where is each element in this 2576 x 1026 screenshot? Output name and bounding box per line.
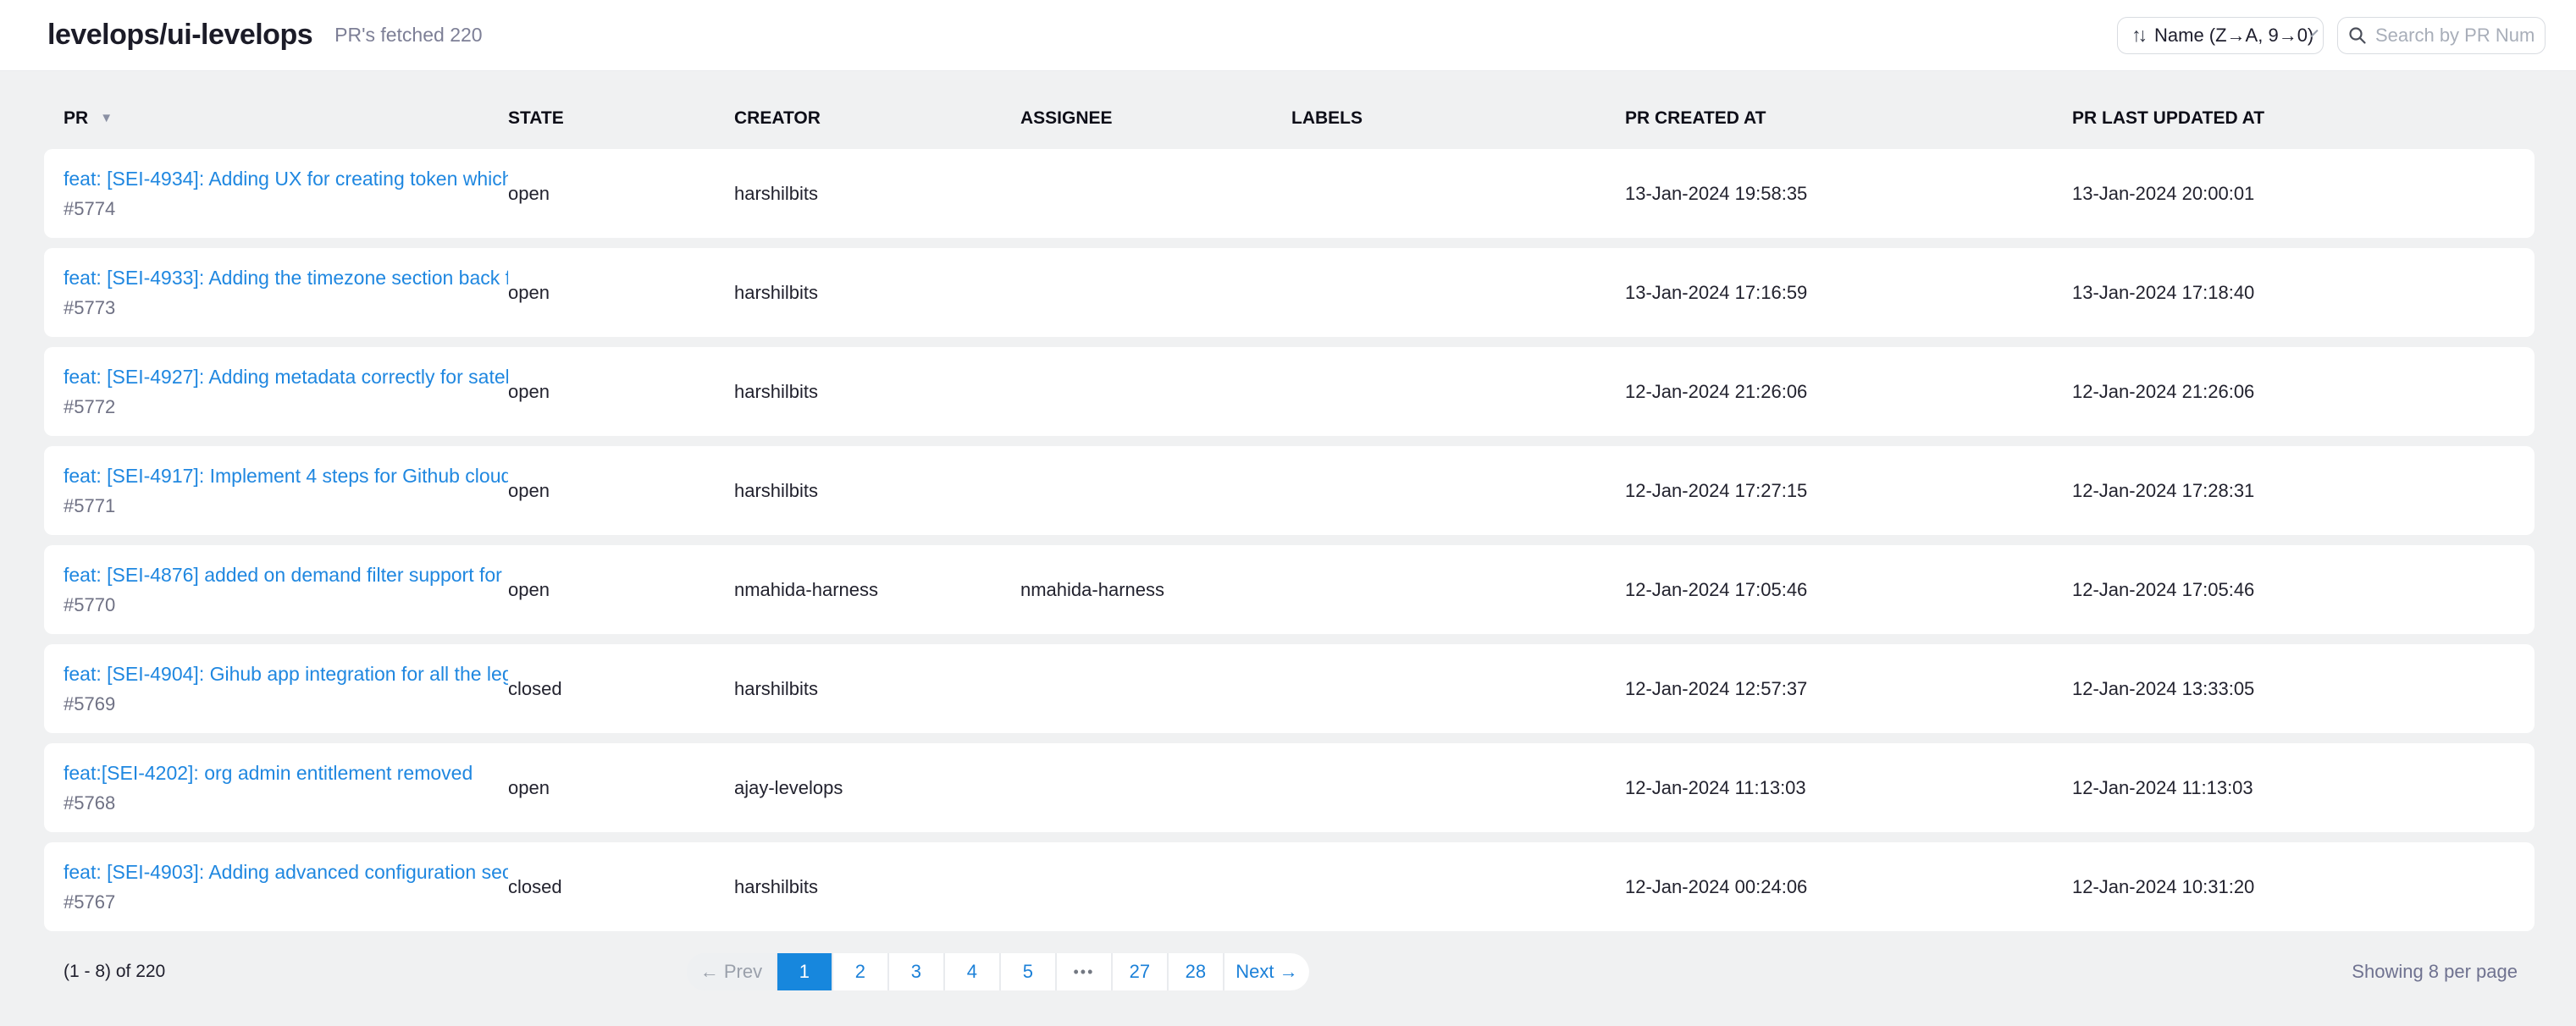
state-cell: open [508, 480, 734, 502]
pagination-ellipsis: ••• [1057, 953, 1111, 990]
creator-cell: ajay-levelops [734, 777, 1020, 799]
column-header-pr[interactable]: PR▼ [64, 108, 508, 129]
sort-dropdown-label: Name (Z→A, 9→0) [2154, 25, 2313, 47]
table-row: feat: [SEI-4904]: Gihub app integration … [44, 644, 2535, 733]
search-input[interactable] [2375, 25, 2535, 47]
pr-number: #5768 [64, 792, 508, 814]
pr-title-link[interactable]: feat: [SEI-4933]: Adding the timezone se… [64, 267, 508, 290]
updated-at-cell: 12-Jan-2024 17:05:46 [2072, 579, 2518, 601]
table-header-row: PR▼ STATE CREATOR ASSIGNEE LABELS PR CRE… [44, 102, 2535, 135]
creator-cell: harshilbits [734, 282, 1020, 304]
pagination-page-27[interactable]: 27 [1113, 953, 1167, 990]
assignee-cell: nmahida-harness [1020, 579, 1291, 601]
pagination-page-3[interactable]: 3 [889, 953, 943, 990]
column-header-updated: PR LAST UPDATED AT [2072, 108, 2518, 129]
column-header-created: PR CREATED AT [1625, 108, 2072, 129]
pr-number: #5770 [64, 594, 508, 616]
updated-at-cell: 12-Jan-2024 13:33:05 [2072, 678, 2518, 700]
state-cell: open [508, 381, 734, 403]
table-row: feat: [SEI-4934]: Adding UX for creating… [44, 149, 2535, 238]
pr-title-link[interactable]: feat: [SEI-4917]: Implement 4 steps for … [64, 465, 508, 488]
sort-updown-icon: ↑↓ [2131, 24, 2144, 47]
created-at-cell: 13-Jan-2024 19:58:35 [1625, 183, 2072, 205]
table-body: feat: [SEI-4934]: Adding UX for creating… [44, 149, 2535, 931]
creator-cell: harshilbits [734, 480, 1020, 502]
sort-dropdown[interactable]: ↑↓ Name (Z→A, 9→0) [2117, 17, 2324, 54]
pr-title-link[interactable]: feat: [SEI-4903]: Adding advanced config… [64, 861, 508, 884]
pagination-page-2[interactable]: 2 [833, 953, 887, 990]
column-header-assignee: ASSIGNEE [1020, 108, 1291, 129]
created-at-cell: 12-Jan-2024 17:27:15 [1625, 480, 2072, 502]
state-cell: open [508, 282, 734, 304]
creator-cell: harshilbits [734, 876, 1020, 898]
table-area: PR▼ STATE CREATOR ASSIGNEE LABELS PR CRE… [0, 102, 2576, 931]
pr-title-link[interactable]: feat:[SEI-4202]: org admin entitlement r… [64, 762, 508, 785]
pr-list-page: levelops/ui-levelops PR's fetched 220 ↑↓… [0, 0, 2576, 1026]
pr-number: #5772 [64, 396, 508, 418]
pagination-page-5[interactable]: 5 [1001, 953, 1055, 990]
column-header-creator: CREATOR [734, 108, 1020, 129]
pr-number: #5771 [64, 495, 508, 517]
pagination-page-28[interactable]: 28 [1169, 953, 1223, 990]
creator-cell: harshilbits [734, 381, 1020, 403]
pagination: ← Prev 1 2 3 4 5 ••• 27 28 Next → [687, 953, 1309, 990]
updated-at-cell: 13-Jan-2024 17:18:40 [2072, 282, 2518, 304]
updated-at-cell: 12-Jan-2024 21:26:06 [2072, 381, 2518, 403]
table-row: feat: [SEI-4876] added on demand filter … [44, 545, 2535, 634]
table-row: feat: [SEI-4903]: Adding advanced config… [44, 842, 2535, 931]
created-at-cell: 12-Jan-2024 12:57:37 [1625, 678, 2072, 700]
pr-title-link[interactable]: feat: [SEI-4904]: Gihub app integration … [64, 663, 508, 686]
creator-cell: harshilbits [734, 183, 1020, 205]
top-bar: levelops/ui-levelops PR's fetched 220 ↑↓… [0, 0, 2576, 71]
pr-number: #5773 [64, 297, 508, 319]
search-box [2337, 17, 2546, 54]
toolbar: ↑↓ Name (Z→A, 9→0) [2117, 17, 2546, 54]
updated-at-cell: 13-Jan-2024 20:00:01 [2072, 183, 2518, 205]
search-icon [2348, 26, 2367, 45]
table-row: feat: [SEI-4917]: Implement 4 steps for … [44, 446, 2535, 535]
state-cell: closed [508, 678, 734, 700]
creator-cell: harshilbits [734, 678, 1020, 700]
updated-at-cell: 12-Jan-2024 10:31:20 [2072, 876, 2518, 898]
table-row: feat: [SEI-4927]: Adding metadata correc… [44, 347, 2535, 436]
pagination-prev-button[interactable]: ← Prev [687, 953, 776, 990]
state-cell: open [508, 579, 734, 601]
column-header-state: STATE [508, 108, 734, 129]
pr-title-link[interactable]: feat: [SEI-4876] added on demand filter … [64, 564, 508, 587]
pagination-page-4[interactable]: 4 [945, 953, 999, 990]
state-cell: open [508, 183, 734, 205]
fetched-count-text: PR's fetched 220 [334, 24, 482, 47]
page-title: levelops/ui-levelops [47, 19, 312, 52]
state-cell: open [508, 777, 734, 799]
pr-number: #5769 [64, 693, 508, 715]
created-at-cell: 12-Jan-2024 21:26:06 [1625, 381, 2072, 403]
created-at-cell: 12-Jan-2024 00:24:06 [1625, 876, 2072, 898]
table-footer: (1 - 8) of 220 ← Prev 1 2 3 4 5 ••• 27 2… [0, 953, 2576, 990]
column-header-labels: LABELS [1291, 108, 1625, 129]
creator-cell: nmahida-harness [734, 579, 1020, 601]
created-at-cell: 13-Jan-2024 17:16:59 [1625, 282, 2072, 304]
pr-number: #5767 [64, 891, 508, 913]
pr-title-link[interactable]: feat: [SEI-4934]: Adding UX for creating… [64, 168, 508, 190]
table-row: feat: [SEI-4933]: Adding the timezone se… [44, 248, 2535, 337]
results-range-text: (1 - 8) of 220 [64, 962, 165, 982]
sort-desc-icon: ▼ [100, 111, 113, 125]
pr-number: #5774 [64, 198, 508, 220]
updated-at-cell: 12-Jan-2024 17:28:31 [2072, 480, 2518, 502]
created-at-cell: 12-Jan-2024 11:13:03 [1625, 777, 2072, 799]
created-at-cell: 12-Jan-2024 17:05:46 [1625, 579, 2072, 601]
table-row: feat:[SEI-4202]: org admin entitlement r… [44, 743, 2535, 832]
pr-title-link[interactable]: feat: [SEI-4927]: Adding metadata correc… [64, 366, 508, 389]
pagination-page-1[interactable]: 1 [777, 953, 832, 990]
state-cell: closed [508, 876, 734, 898]
pagination-next-button[interactable]: Next → [1224, 953, 1309, 990]
per-page-text: Showing 8 per page [2352, 961, 2535, 983]
updated-at-cell: 12-Jan-2024 11:13:03 [2072, 777, 2518, 799]
